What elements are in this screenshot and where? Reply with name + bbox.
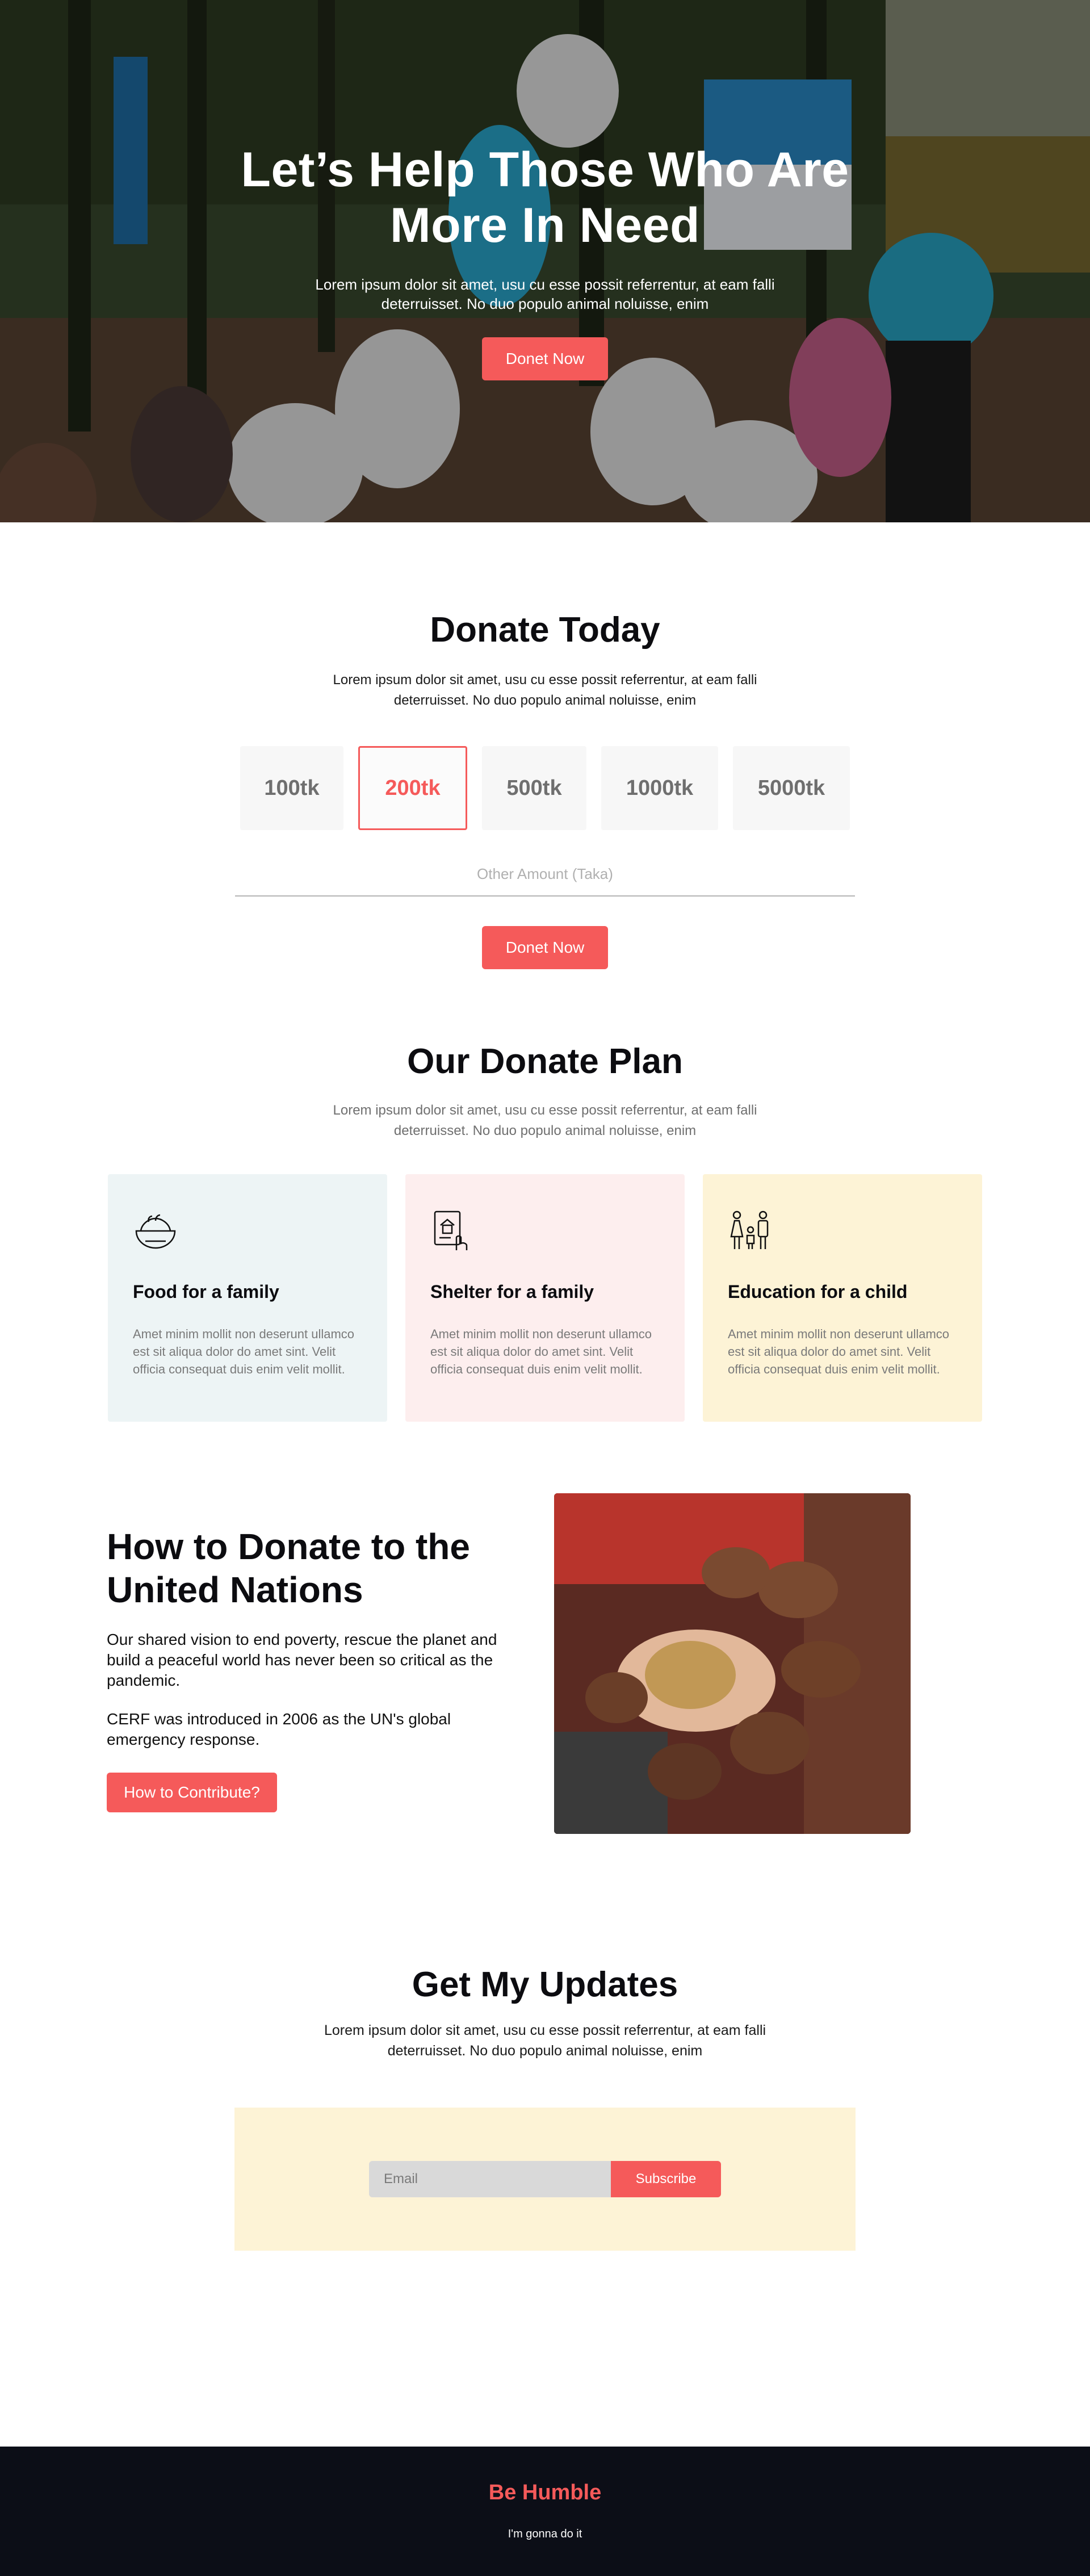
subscribe-form: Subscribe xyxy=(369,2161,721,2197)
updates-text: Lorem ipsum dolor sit amet, usu cu esse … xyxy=(324,2022,766,2059)
how-to-contribute-button[interactable]: How to Contribute? xyxy=(107,1773,277,1812)
other-amount-input[interactable] xyxy=(235,865,855,897)
plan-card-text: Amet minim mollit non deserunt ullamco e… xyxy=(430,1327,652,1376)
plan-section: Our Donate Plan Lorem ipsum dolor sit am… xyxy=(0,1039,1090,1493)
shelter-icon xyxy=(434,1210,468,1250)
plan-card-text: Amet minim mollit non deserunt ullamco e… xyxy=(133,1327,355,1376)
plan-text: Lorem ipsum dolor sit amet, usu cu esse … xyxy=(333,1103,757,1138)
amount-option-200[interactable]: 200tk xyxy=(358,746,467,830)
amount-option-1000[interactable]: 1000tk xyxy=(601,746,718,830)
plan-title: Our Donate Plan xyxy=(407,1042,683,1081)
how-paragraph: Our shared vision to end poverty, rescue… xyxy=(107,1631,497,1689)
subscribe-button[interactable]: Subscribe xyxy=(611,2161,721,2197)
email-input[interactable] xyxy=(369,2161,611,2197)
hero-content: Let’s Help Those Who Are More In Need Lo… xyxy=(0,142,1090,380)
amount-option-500[interactable]: 500tk xyxy=(482,746,586,830)
footer: Be Humble I'm gonna do it xyxy=(0,2447,1090,2576)
how-to-donate-section: How to Donate to the United Nations Our … xyxy=(0,1493,1090,1959)
hero-title: Let’s Help Those Who Are More In Need xyxy=(241,143,849,253)
hero-donate-button[interactable]: Donet Now xyxy=(482,337,608,380)
subscribe-box: Subscribe xyxy=(234,2108,856,2251)
plan-card-text: Amet minim mollit non deserunt ullamco e… xyxy=(728,1327,950,1376)
hands-grain-image xyxy=(554,1493,911,1834)
donate-section: Donate Today Lorem ipsum dolor sit amet,… xyxy=(0,522,1090,1039)
plan-card-education: Education for a child Amet minim mollit … xyxy=(703,1174,982,1422)
donate-text: Lorem ipsum dolor sit amet, usu cu esse … xyxy=(333,672,757,708)
updates-section: Get My Updates Lorem ipsum dolor sit ame… xyxy=(0,1959,1090,2447)
donate-button[interactable]: Donet Now xyxy=(482,926,608,969)
hero-section: Let’s Help Those Who Are More In Need Lo… xyxy=(0,0,1090,522)
amount-options: 100tk 200tk 500tk 1000tk 5000tk xyxy=(0,746,1090,830)
food-bowl-icon xyxy=(135,1214,176,1249)
family-child-icon xyxy=(730,1210,769,1249)
updates-title: Get My Updates xyxy=(412,1965,678,2004)
plan-card-food: Food for a family Amet minim mollit non … xyxy=(108,1174,387,1422)
footer-title: Be Humble xyxy=(488,2481,602,2504)
hero-text: Lorem ipsum dolor sit amet, usu cu esse … xyxy=(315,276,775,312)
how-title: How to Donate to the United Nations xyxy=(107,1526,470,1610)
plan-card-title: Food for a family xyxy=(133,1281,279,1302)
plan-card-title: Shelter for a family xyxy=(430,1281,594,1302)
how-paragraph: CERF was introduced in 2006 as the UN's … xyxy=(107,1710,451,1748)
amount-option-5000[interactable]: 5000tk xyxy=(733,746,850,830)
plan-card-title: Education for a child xyxy=(728,1281,908,1302)
donate-button-wrap: Donet Now xyxy=(0,926,1090,969)
plan-cards: Food for a family Amet minim mollit non … xyxy=(0,1174,1090,1422)
amount-option-100[interactable]: 100tk xyxy=(240,746,343,830)
plan-card-shelter: Shelter for a family Amet minim mollit n… xyxy=(405,1174,685,1422)
how-content: How to Donate to the United Nations Our … xyxy=(107,1525,498,1812)
footer-text: I'm gonna do it xyxy=(508,2528,582,2540)
donate-title: Donate Today xyxy=(430,610,660,650)
